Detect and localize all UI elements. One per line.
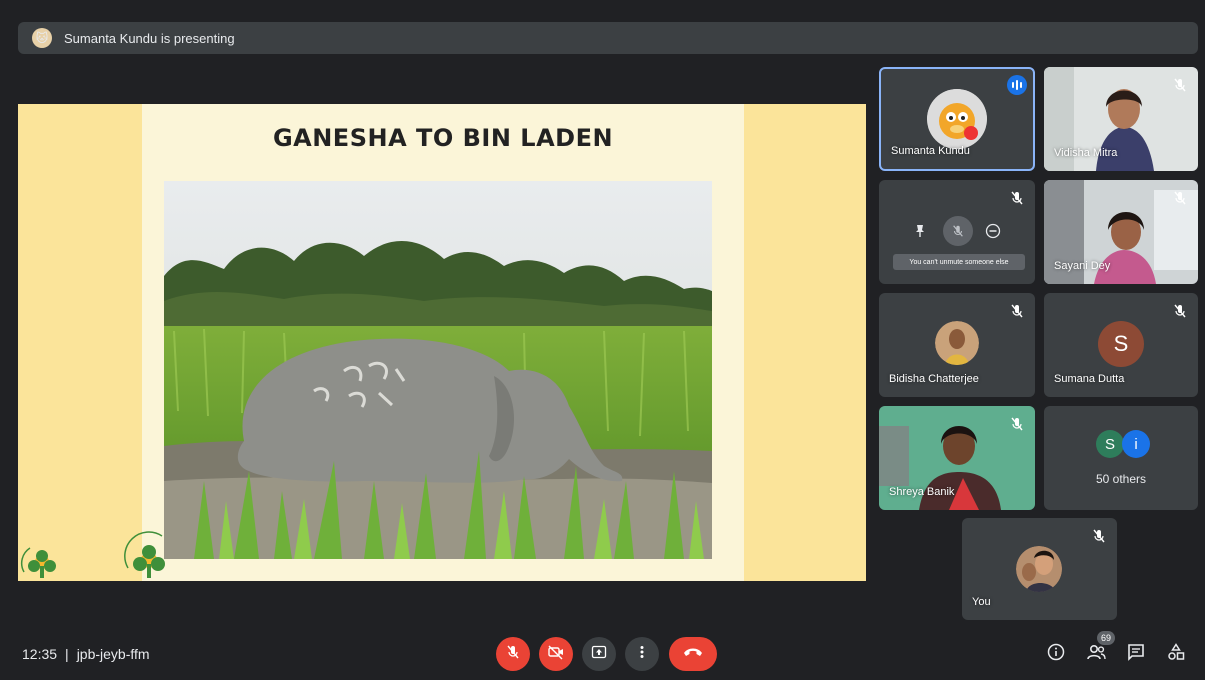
present-screen-icon [591, 644, 607, 665]
participant-tile-others[interactable]: S i 50 others [1044, 406, 1198, 510]
people-icon [1086, 643, 1106, 666]
more-options-button[interactable] [625, 637, 659, 671]
participant-tile-hovered[interactable]: You can't unmute someone else [879, 180, 1035, 284]
meeting-details-button[interactable] [1044, 642, 1068, 666]
mic-off-icon [1172, 190, 1188, 206]
presenting-text: Sumanta Kundu is presenting [64, 30, 235, 46]
mic-off-icon [1172, 303, 1188, 319]
people-count-badge: 69 [1097, 631, 1115, 645]
info-icon [1047, 643, 1065, 666]
mute-participant-icon[interactable] [943, 216, 973, 246]
presenter-avatar: 🐱 [32, 28, 52, 48]
avatar-others-2: i [1122, 430, 1150, 458]
others-count: 50 others [1095, 472, 1147, 486]
mic-off-icon [1009, 416, 1025, 432]
more-options-icon [634, 644, 650, 665]
participant-name: Sayani Dey [1054, 260, 1111, 272]
meeting-time: 12:35 [22, 646, 58, 662]
mic-off-icon [1172, 77, 1188, 93]
chat-button[interactable] [1124, 642, 1148, 666]
slide-title: GANESHA TO BIN LADEN [272, 124, 614, 152]
participant-tile-sumanta-kundu[interactable]: Sumanta Kundu [879, 67, 1035, 171]
corbett-foundation-logo-right [122, 528, 172, 578]
participant-name: Sumanta Kundu [891, 145, 970, 157]
presenting-banner: 🐱 Sumanta Kundu is presenting [18, 22, 1198, 54]
participant-name: Shreya Banik [889, 486, 955, 498]
hang-up-icon [683, 645, 703, 663]
activities-icon [1167, 642, 1185, 666]
speaking-indicator-icon [1007, 75, 1027, 95]
participant-tile-sayani-dey[interactable]: Sayani Dey [1044, 180, 1198, 284]
avatar [927, 89, 987, 149]
activities-button[interactable] [1164, 642, 1188, 666]
remove-participant-icon[interactable] [980, 218, 1006, 244]
avatar [935, 321, 979, 365]
corbett-foundation-logo-left [20, 536, 70, 586]
participant-name: Vidisha Mitra [1054, 147, 1118, 159]
participant-tile-sumana-dutta[interactable]: S Sumana Dutta [1044, 293, 1198, 397]
participant-tile-shreya-banik[interactable]: Shreya Banik [879, 406, 1035, 510]
present-now-button[interactable] [582, 637, 616, 671]
avatar [1016, 546, 1062, 592]
chat-icon [1127, 643, 1145, 666]
participant-name: You [972, 596, 991, 608]
mic-off-icon [1009, 190, 1025, 206]
slide-content: GANESHA TO BIN LADEN [142, 104, 744, 581]
tooltip: You can't unmute someone else [893, 254, 1025, 270]
elephant-photo [164, 181, 712, 559]
participant-name: Bidisha Chatterjee [889, 373, 979, 385]
leave-call-button[interactable] [669, 637, 717, 671]
meeting-code: jpb-jeyb-ffm [76, 646, 150, 662]
camera-off-icon [547, 644, 565, 665]
participant-tile-you[interactable]: You [962, 518, 1117, 620]
avatar: S [1098, 321, 1144, 367]
meeting-info: 12:35 | jpb-jeyb-ffm [22, 646, 150, 662]
mic-off-icon [505, 644, 521, 665]
avatar-others-1: S [1096, 430, 1124, 458]
pin-icon[interactable] [907, 218, 933, 244]
participant-name: Sumana Dutta [1054, 373, 1125, 385]
people-button[interactable] [1084, 642, 1108, 666]
mic-off-icon [1091, 528, 1107, 544]
participant-tile-bidisha-chatterjee[interactable]: Bidisha Chatterjee [879, 293, 1035, 397]
participant-tile-vidisha-mitra[interactable]: Vidisha Mitra [1044, 67, 1198, 171]
mic-toggle-button[interactable] [496, 637, 530, 671]
separator: | [65, 646, 69, 662]
camera-toggle-button[interactable] [539, 637, 573, 671]
presentation-slide: GANESHA TO BIN LADEN [18, 104, 866, 581]
mic-off-icon [1009, 303, 1025, 319]
